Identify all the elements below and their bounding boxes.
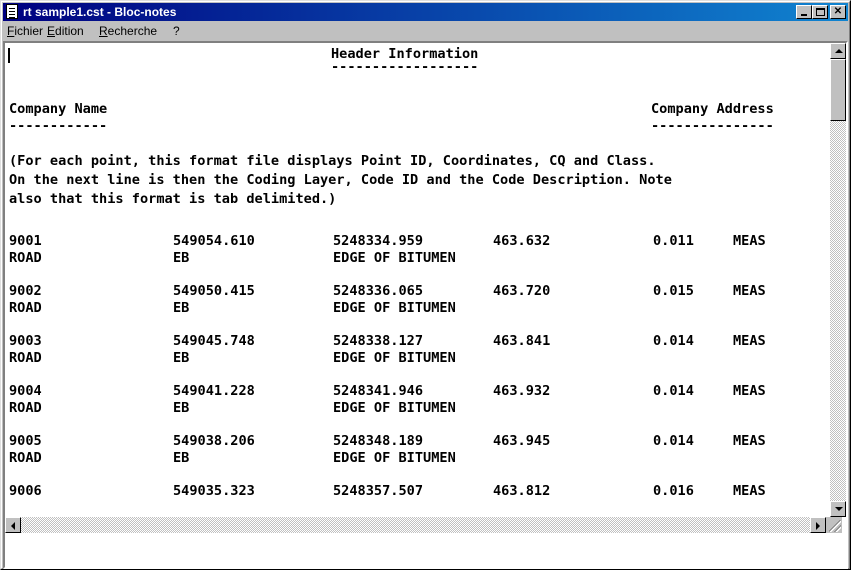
text-content[interactable]: Header Information ------------------ Co… [5,43,826,517]
point-id: 9005 [9,433,42,449]
scroll-up-button[interactable] [830,43,846,59]
point-class: MEAS [733,383,766,399]
point-cq: 0.015 [653,283,694,299]
point-id: 9006 [9,483,42,499]
point-cq: 0.016 [653,483,694,499]
note-line: also that this format is tab delimited.) [9,191,337,207]
point-id: 9002 [9,283,42,299]
point-desc: EDGE OF BITUMEN [333,350,456,366]
scroll-left-icon [11,522,15,530]
point-z: 463.841 [493,333,551,349]
point-x: 549041.228 [173,383,255,399]
company-address-label: Company Address [651,101,774,117]
edit-area[interactable]: Header Information ------------------ Co… [3,41,848,569]
point-cq: 0.011 [653,233,694,249]
point-class: MEAS [733,283,766,299]
point-class: MEAS [733,483,766,499]
note-line: (For each point, this format file displa… [9,153,656,169]
company-name-underline: ------------ [9,118,108,134]
text-caret [8,48,10,63]
vertical-scroll-thumb[interactable] [830,59,846,121]
point-code: EB [173,250,190,266]
point-y: 5248336.065 [333,283,424,299]
close-button[interactable]: ✕ [830,5,846,19]
point-y: 5248334.959 [333,233,424,249]
point-z: 463.720 [493,283,551,299]
point-code: EB [173,350,190,366]
point-code: EB [173,400,190,416]
point-cq: 0.014 [653,383,694,399]
point-layer: ROAD [9,350,42,366]
menu-fichier[interactable]: Fichier [7,24,43,39]
horizontal-scrollbar[interactable] [5,517,826,533]
point-x: 549050.415 [173,283,255,299]
scroll-down-button[interactable] [830,501,846,517]
menu-recherche[interactable]: Recherche [99,24,157,39]
point-x: 549035.323 [173,483,255,499]
point-x: 549045.748 [173,333,255,349]
header-underline: ------------------ [331,59,479,75]
point-y: 5248338.127 [333,333,424,349]
point-z: 463.812 [493,483,551,499]
scroll-down-icon [835,507,843,511]
title-bar[interactable]: rt sample1.cst - Bloc-notes ✕ [3,3,848,21]
point-layer: ROAD [9,300,42,316]
point-cq: 0.014 [653,433,694,449]
point-desc: EDGE OF BITUMEN [333,400,456,416]
point-y: 5248348.189 [333,433,424,449]
minimize-button[interactable] [796,5,812,19]
close-icon: ✕ [833,6,843,17]
point-z: 463.932 [493,383,551,399]
menu-help[interactable]: ? [173,24,180,39]
scroll-right-button[interactable] [810,517,826,533]
menu-bar: Fichier Edition Recherche ? [3,22,848,41]
vertical-scrollbar[interactable] [830,43,846,517]
window-title: rt sample1.cst - Bloc-notes [23,5,177,19]
note-line: On the next line is then the Coding Laye… [9,172,672,188]
company-name-label: Company Name [9,101,108,117]
point-z: 463.632 [493,233,551,249]
company-address-underline: --------------- [651,118,774,134]
point-x: 549038.206 [173,433,255,449]
scroll-right-icon [816,522,820,530]
point-id: 9004 [9,383,42,399]
menu-edition[interactable]: Edition [47,24,84,39]
notepad-window: rt sample1.cst - Bloc-notes ✕ Fichier Ed… [0,0,851,570]
maximize-button[interactable] [812,5,828,19]
point-desc: EDGE OF BITUMEN [333,250,456,266]
point-y: 5248341.946 [333,383,424,399]
size-grip-icon[interactable] [829,520,841,532]
point-layer: ROAD [9,400,42,416]
point-code: EB [173,450,190,466]
point-desc: EDGE OF BITUMEN [333,300,456,316]
point-code: EB [173,300,190,316]
point-layer: ROAD [9,250,42,266]
point-z: 463.945 [493,433,551,449]
point-class: MEAS [733,333,766,349]
point-id: 9003 [9,333,42,349]
point-x: 549054.610 [173,233,255,249]
point-id: 9001 [9,233,42,249]
scroll-up-icon [835,49,843,53]
notepad-icon[interactable] [6,4,18,19]
scroll-left-button[interactable] [5,517,21,533]
point-layer: ROAD [9,450,42,466]
point-y: 5248357.507 [333,483,424,499]
point-class: MEAS [733,433,766,449]
minimize-icon [801,14,807,16]
point-cq: 0.014 [653,333,694,349]
maximize-icon [816,8,825,16]
scroll-corner [826,517,842,533]
point-desc: EDGE OF BITUMEN [333,450,456,466]
point-class: MEAS [733,233,766,249]
